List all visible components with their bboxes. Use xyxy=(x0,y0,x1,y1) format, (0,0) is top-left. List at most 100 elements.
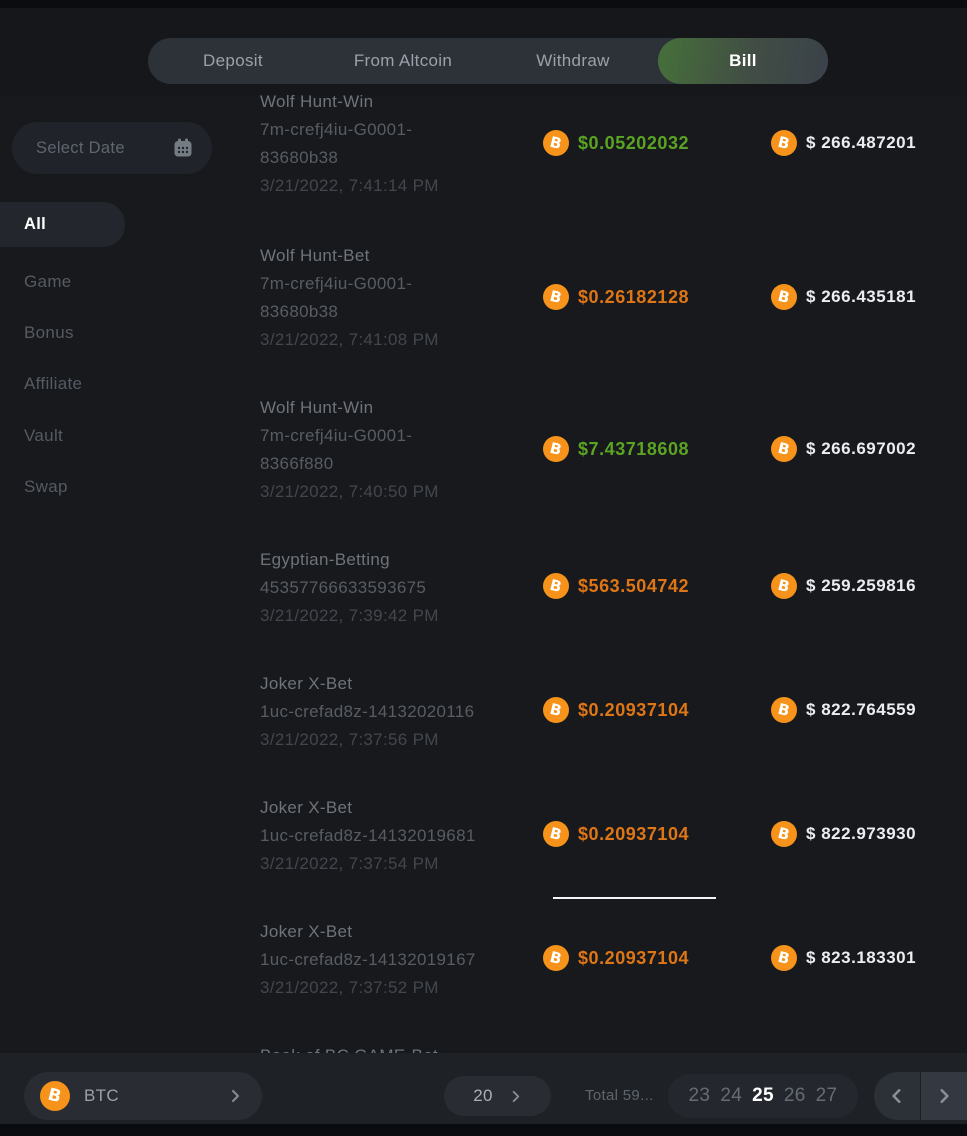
page-number[interactable]: 26 xyxy=(784,1085,806,1107)
transaction-title: Wolf Hunt-Win xyxy=(260,95,540,116)
transaction-balance-group: $ 259.259816 xyxy=(771,573,916,599)
pagination: 23 24 25 26 27 xyxy=(668,1074,858,1118)
select-date-placeholder: Select Date xyxy=(36,139,172,158)
total-count-label: Total 59... xyxy=(585,1087,654,1104)
btc-icon xyxy=(543,697,569,723)
btc-icon xyxy=(771,821,797,847)
transaction-info: Wolf Hunt-Win 7m-crefj4iu-G0001- 8366f88… xyxy=(260,394,540,506)
btc-icon xyxy=(543,945,569,971)
transaction-amount: $0.26182128 xyxy=(578,287,689,308)
sidebar-item-swap[interactable]: Swap xyxy=(0,464,125,509)
transaction-title: Joker X-Bet xyxy=(260,670,540,698)
transaction-balance: $ 822.764559 xyxy=(806,700,916,720)
footer-bar: BTC 20 Total 59... 23 24 25 26 27 xyxy=(0,1053,967,1124)
transaction-amount-group: $0.05202032 xyxy=(543,130,689,156)
btc-icon xyxy=(543,130,569,156)
transaction-amount-group: $0.20937104 xyxy=(543,821,689,847)
calendar-icon xyxy=(172,137,194,159)
btc-icon xyxy=(771,945,797,971)
transaction-id-line1: 7m-crefj4iu-G0001- xyxy=(260,270,540,298)
transaction-info: Egyptian-Betting 45357766633593675 3/21/… xyxy=(260,546,540,630)
transaction-balance: $ 266.435181 xyxy=(806,287,916,307)
btc-icon xyxy=(771,697,797,723)
transaction-amount-group: $0.20937104 xyxy=(543,945,689,971)
tab-bar: Deposit From Altcoin Withdraw Bill xyxy=(148,38,828,84)
tab-bill[interactable]: Bill xyxy=(658,38,828,84)
sidebar-item-affiliate[interactable]: Affiliate xyxy=(0,361,125,406)
page-size-selector[interactable]: 20 xyxy=(444,1076,551,1116)
filter-sidebar: Select Date All Game Bonus Affiliate Vau… xyxy=(0,95,225,1053)
chevron-right-icon xyxy=(936,1088,952,1104)
transaction-amount: $0.20937104 xyxy=(578,948,689,969)
select-date-dropdown[interactable]: Select Date xyxy=(12,122,212,174)
transaction-amount-group: $7.43718608 xyxy=(543,436,689,462)
tab-deposit[interactable]: Deposit xyxy=(148,38,318,84)
page-number[interactable]: 24 xyxy=(720,1085,742,1107)
prev-page-button[interactable] xyxy=(874,1072,920,1120)
btc-icon xyxy=(771,284,797,310)
transaction-info: Joker X-Bet 1uc-crefad8z-14132020116 3/2… xyxy=(260,670,540,754)
transaction-id-line2: 83680b38 xyxy=(260,144,540,172)
btc-icon xyxy=(543,436,569,462)
transaction-timestamp: 3/21/2022, 7:37:52 PM xyxy=(260,974,540,1002)
transaction-id-line2: 83680b38 xyxy=(260,298,540,326)
transaction-timestamp: 3/21/2022, 7:39:42 PM xyxy=(260,602,540,630)
currency-selector[interactable]: BTC xyxy=(24,1072,262,1120)
btc-icon xyxy=(771,130,797,156)
bottom-window-strip xyxy=(0,1124,967,1136)
transaction-id-line1: 45357766633593675 xyxy=(260,574,540,602)
transaction-id-line1: 1uc-crefad8z-14132019681 xyxy=(260,822,540,850)
transaction-balance: $ 823.183301 xyxy=(806,948,916,968)
pagination-arrows xyxy=(874,1072,967,1120)
transaction-info: Wolf Hunt-Win 7m-crefj4iu-G0001- 83680b3… xyxy=(260,95,540,200)
transaction-amount: $563.504742 xyxy=(578,576,689,597)
sidebar-item-all[interactable]: All xyxy=(0,202,125,247)
page-size-value: 20 xyxy=(473,1086,493,1106)
transaction-balance-group: $ 266.435181 xyxy=(771,284,916,310)
transaction-info: Joker X-Bet 1uc-crefad8z-14132019167 3/2… xyxy=(260,918,540,1002)
btc-icon xyxy=(543,821,569,847)
btc-icon xyxy=(543,573,569,599)
transaction-timestamp: 3/21/2022, 7:40:50 PM xyxy=(260,478,540,506)
tab-withdraw[interactable]: Withdraw xyxy=(488,38,658,84)
page-number[interactable]: 25 xyxy=(752,1085,774,1107)
transaction-amount-group: $0.20937104 xyxy=(543,697,689,723)
transaction-title: Joker X-Bet xyxy=(260,918,540,946)
next-page-button[interactable] xyxy=(921,1072,967,1120)
transaction-timestamp: 3/21/2022, 7:41:08 PM xyxy=(260,326,540,354)
transaction-amount: $7.43718608 xyxy=(578,439,689,460)
chevron-right-icon xyxy=(228,1089,242,1103)
transaction-id-line1: 7m-crefj4iu-G0001- xyxy=(260,116,540,144)
page-number[interactable]: 27 xyxy=(816,1085,838,1107)
page-number[interactable]: 23 xyxy=(689,1085,711,1107)
transaction-balance-group: $ 266.487201 xyxy=(771,130,916,156)
header: Deposit From Altcoin Withdraw Bill xyxy=(0,8,967,95)
transaction-balance: $ 259.259816 xyxy=(806,576,916,596)
transaction-id-line1: 7m-crefj4iu-G0001- xyxy=(260,422,540,450)
top-window-strip xyxy=(0,0,967,8)
transaction-balance-group: $ 266.697002 xyxy=(771,436,916,462)
tab-from-altcoin[interactable]: From Altcoin xyxy=(318,38,488,84)
transaction-timestamp: 3/21/2022, 7:37:56 PM xyxy=(260,726,540,754)
transaction-title: Wolf Hunt-Win xyxy=(260,394,540,422)
transaction-amount: $0.20937104 xyxy=(578,700,689,721)
transaction-amount: $0.05202032 xyxy=(578,133,689,154)
transaction-info: Wolf Hunt-Bet 7m-crefj4iu-G0001- 83680b3… xyxy=(260,242,540,354)
transaction-balance: $ 266.487201 xyxy=(806,133,916,153)
transaction-amount-group: $0.26182128 xyxy=(543,284,689,310)
sidebar-item-game[interactable]: Game xyxy=(0,259,125,304)
transaction-title: Egyptian-Betting xyxy=(260,546,540,574)
sidebar-item-vault[interactable]: Vault xyxy=(0,413,125,458)
transaction-id-line2: 8366f880 xyxy=(260,450,540,478)
transaction-title: Wolf Hunt-Bet xyxy=(260,242,540,270)
transaction-timestamp: 3/21/2022, 7:37:54 PM xyxy=(260,850,540,878)
chevron-left-icon xyxy=(889,1088,905,1104)
transaction-balance: $ 822.973930 xyxy=(806,824,916,844)
transaction-balance-group: $ 822.764559 xyxy=(771,697,916,723)
btc-icon xyxy=(543,284,569,310)
btc-icon xyxy=(771,573,797,599)
btc-icon xyxy=(771,436,797,462)
chevron-right-icon xyxy=(509,1090,522,1103)
transaction-amount-group: $563.504742 xyxy=(543,573,689,599)
sidebar-item-bonus[interactable]: Bonus xyxy=(0,310,125,355)
